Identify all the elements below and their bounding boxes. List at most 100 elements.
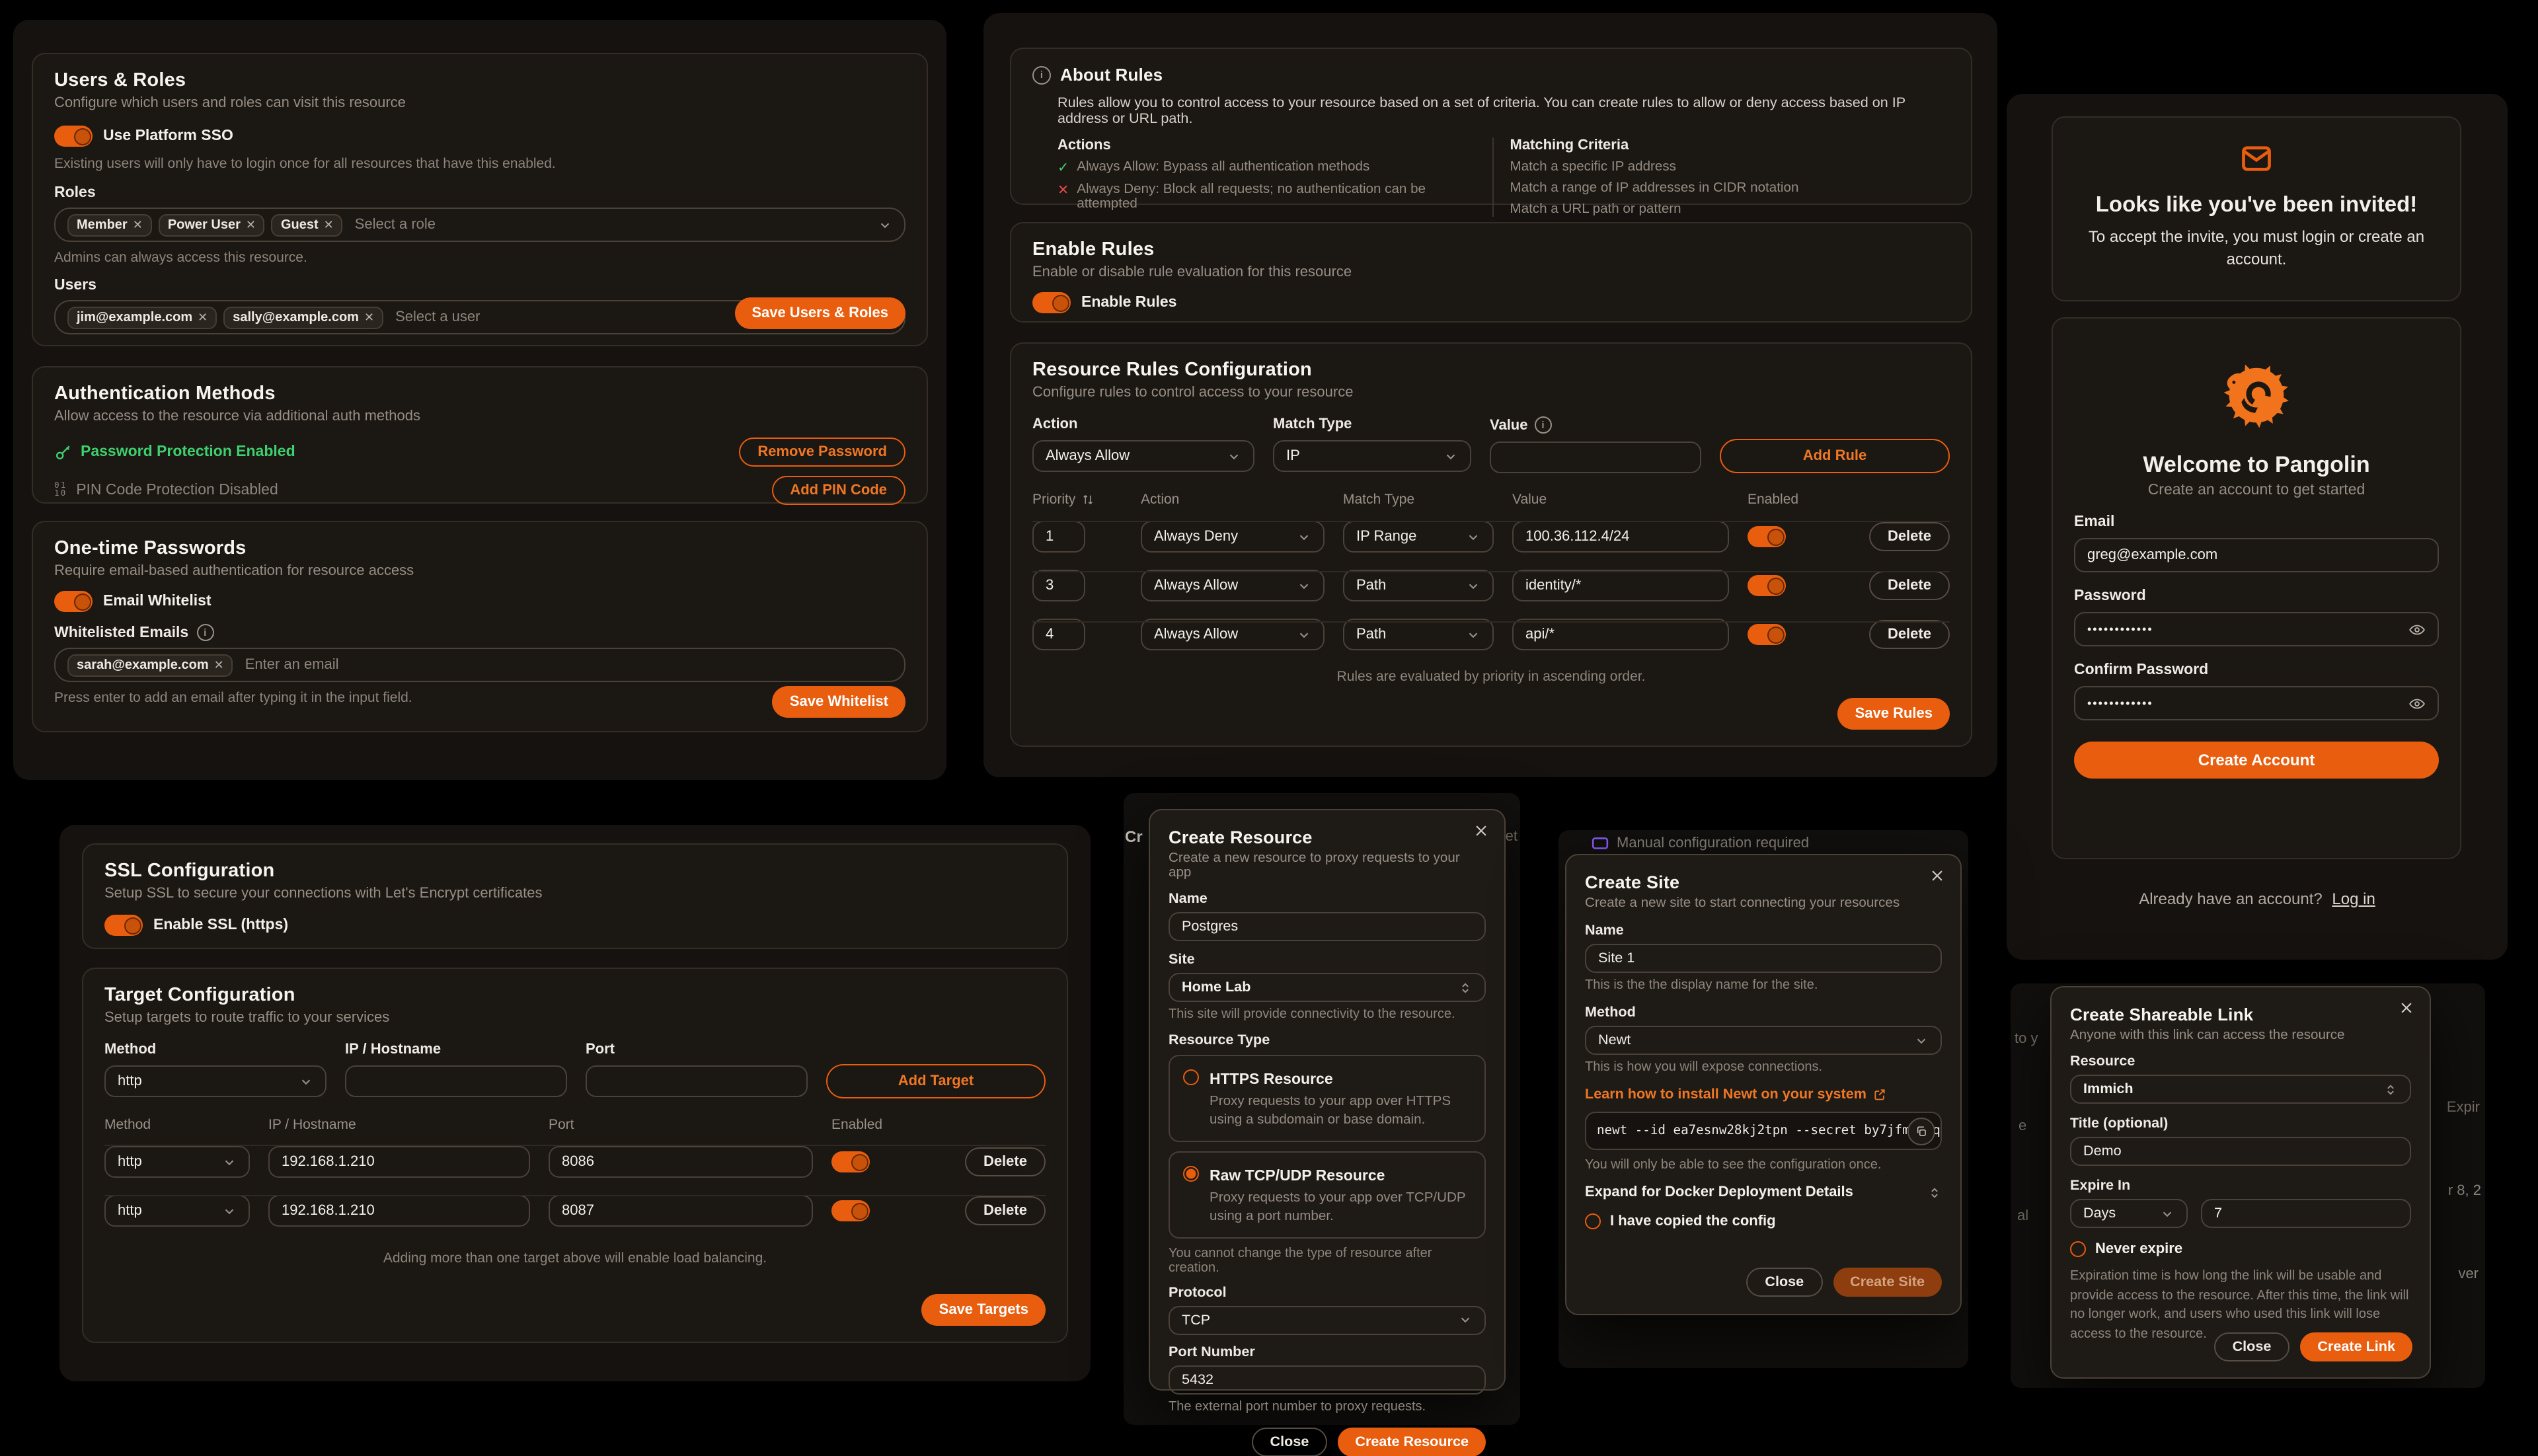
whitelist-multiselect[interactable]: sarah@example.com✕ Enter an email: [54, 648, 905, 682]
close-button[interactable]: Close: [1746, 1268, 1822, 1297]
target-enabled-toggle[interactable]: [831, 1200, 870, 1221]
save-targets-button[interactable]: Save Targets: [922, 1294, 1046, 1326]
add-target-button[interactable]: Add Target: [826, 1064, 1046, 1098]
priority-input[interactable]: [1032, 521, 1085, 553]
rule-match-select[interactable]: Path: [1343, 570, 1494, 601]
expire-value-input[interactable]: [2201, 1199, 2411, 1228]
expand-docker-details[interactable]: Expand for Docker Deployment Details: [1585, 1184, 1853, 1200]
role-chip[interactable]: Guest✕: [272, 213, 343, 236]
radio-checked-icon[interactable]: [1183, 1166, 1199, 1182]
create-link-button[interactable]: Create Link: [2300, 1332, 2412, 1361]
remove-password-button[interactable]: Remove Password: [739, 438, 905, 467]
close-icon[interactable]: [1474, 824, 1488, 838]
role-chip[interactable]: Member✕: [67, 213, 152, 236]
site-select[interactable]: Home Lab: [1169, 973, 1486, 1002]
method-select[interactable]: http: [104, 1065, 327, 1097]
sso-toggle[interactable]: [54, 126, 93, 147]
create-account-button[interactable]: Create Account: [2074, 742, 2439, 779]
enable-ssl-toggle[interactable]: [104, 915, 143, 936]
sort-icon[interactable]: [1081, 493, 1094, 506]
remove-chip-icon[interactable]: ✕: [133, 217, 143, 232]
site-method-select[interactable]: Newt: [1585, 1026, 1942, 1055]
delete-rule-button[interactable]: Delete: [1869, 522, 1950, 551]
target-enabled-toggle[interactable]: [831, 1151, 870, 1172]
user-chip[interactable]: jim@example.com✕: [67, 306, 217, 328]
user-chip[interactable]: sally@example.com✕: [223, 306, 383, 328]
target-method-select[interactable]: http: [104, 1195, 250, 1227]
rule-action-select[interactable]: Always Allow: [1141, 570, 1325, 601]
roles-multiselect[interactable]: Member✕ Power User✕ Guest✕ Select a role: [54, 208, 905, 242]
remove-chip-icon[interactable]: ✕: [324, 217, 334, 232]
log-in-link[interactable]: Log in: [2332, 890, 2375, 908]
save-rules-button[interactable]: Save Rules: [1838, 698, 1950, 730]
rule-value-input[interactable]: [1512, 570, 1729, 601]
add-rule-button[interactable]: Add Rule: [1720, 439, 1950, 473]
action-select[interactable]: Always Allow: [1032, 440, 1254, 472]
delete-target-button[interactable]: Delete: [965, 1196, 1046, 1225]
col-priority[interactable]: Priority: [1032, 492, 1075, 508]
https-resource-option[interactable]: HTTPS Resource Proxy requests to your ap…: [1169, 1055, 1486, 1142]
rule-action-select[interactable]: Always Allow: [1141, 619, 1325, 650]
match-type-select[interactable]: IP: [1273, 440, 1471, 472]
expire-unit-select[interactable]: Days: [2070, 1199, 2188, 1228]
rule-enabled-toggle[interactable]: [1748, 624, 1786, 645]
remove-chip-icon[interactable]: ✕: [198, 310, 208, 325]
password-field[interactable]: ••••••••••••: [2074, 612, 2439, 646]
port-input[interactable]: [586, 1065, 808, 1097]
delete-rule-button[interactable]: Delete: [1869, 620, 1950, 649]
create-site-button[interactable]: Create Site: [1833, 1268, 1942, 1297]
learn-newt-link[interactable]: Learn how to install Newt on your system: [1585, 1087, 1866, 1102]
value-input[interactable]: [1490, 441, 1701, 473]
chevron-up-down-icon[interactable]: [1927, 1185, 1942, 1200]
rule-action-select[interactable]: Always Deny: [1141, 521, 1325, 553]
priority-input[interactable]: [1032, 619, 1085, 650]
copied-config-radio[interactable]: [1585, 1213, 1601, 1229]
ip-hostname-input[interactable]: [345, 1065, 567, 1097]
role-chip[interactable]: Power User✕: [159, 213, 265, 236]
target-ip-input[interactable]: [268, 1146, 530, 1178]
target-port-input[interactable]: [549, 1195, 813, 1227]
site-name-input[interactable]: [1585, 944, 1942, 973]
save-users-roles-button[interactable]: Save Users & Roles: [734, 297, 905, 329]
target-method-select[interactable]: http: [104, 1146, 250, 1178]
rule-enabled-toggle[interactable]: [1748, 526, 1786, 547]
rule-match-select[interactable]: IP Range: [1343, 521, 1494, 553]
eye-icon[interactable]: [2408, 621, 2426, 638]
add-pin-button[interactable]: Add PIN Code: [771, 476, 905, 505]
raw-resource-option[interactable]: Raw TCP/UDP Resource Proxy requests to y…: [1169, 1151, 1486, 1239]
info-icon[interactable]: i: [196, 624, 213, 641]
enable-rules-toggle[interactable]: [1032, 292, 1071, 313]
email-whitelist-toggle[interactable]: [54, 591, 93, 612]
info-icon[interactable]: i: [1535, 416, 1552, 434]
close-button[interactable]: Close: [1252, 1427, 1328, 1456]
save-whitelist-button[interactable]: Save Whitelist: [773, 686, 905, 718]
create-resource-button[interactable]: Create Resource: [1338, 1427, 1486, 1456]
remove-chip-icon[interactable]: ✕: [246, 217, 256, 232]
email-field[interactable]: [2074, 538, 2439, 572]
priority-input[interactable]: [1032, 570, 1085, 601]
remove-chip-icon[interactable]: ✕: [214, 658, 224, 672]
close-icon[interactable]: [1930, 868, 1944, 883]
copy-icon[interactable]: [1907, 1117, 1935, 1145]
radio-icon[interactable]: [1183, 1069, 1199, 1085]
resource-name-input[interactable]: [1169, 912, 1486, 941]
target-ip-input[interactable]: [268, 1195, 530, 1227]
remove-chip-icon[interactable]: ✕: [364, 310, 374, 325]
port-number-input[interactable]: [1169, 1365, 1486, 1394]
protocol-select[interactable]: TCP: [1169, 1305, 1486, 1334]
close-icon[interactable]: [2399, 1001, 2414, 1015]
share-resource-select[interactable]: Immich: [2070, 1075, 2411, 1104]
never-expire-radio[interactable]: [2070, 1241, 2086, 1257]
rule-value-input[interactable]: [1512, 521, 1729, 553]
rule-enabled-toggle[interactable]: [1748, 575, 1786, 596]
eye-icon[interactable]: [2408, 695, 2426, 712]
delete-rule-button[interactable]: Delete: [1869, 571, 1950, 600]
confirm-password-field[interactable]: ••••••••••••: [2074, 686, 2439, 720]
close-button[interactable]: Close: [2214, 1332, 2290, 1361]
rule-value-input[interactable]: [1512, 619, 1729, 650]
delete-target-button[interactable]: Delete: [965, 1147, 1046, 1176]
target-port-input[interactable]: [549, 1146, 813, 1178]
share-title-input[interactable]: [2070, 1137, 2411, 1166]
rule-match-select[interactable]: Path: [1343, 619, 1494, 650]
email-chip[interactable]: sarah@example.com✕: [67, 654, 233, 676]
